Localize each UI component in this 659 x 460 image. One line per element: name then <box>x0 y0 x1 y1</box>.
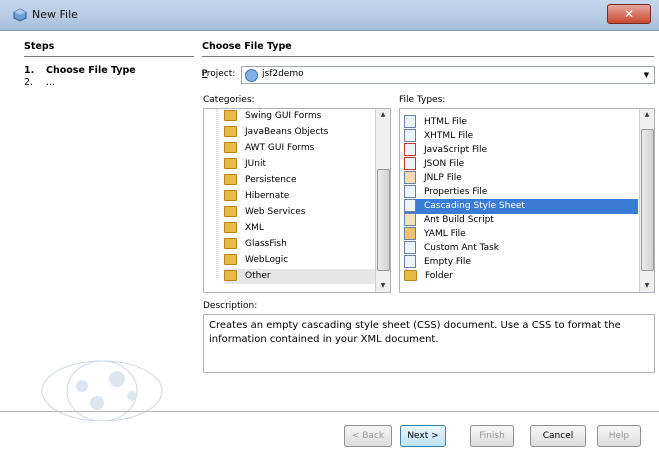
tree-item[interactable]: JavaBeans Objects <box>224 125 329 140</box>
scroll-thumb[interactable] <box>377 169 390 271</box>
finish-button[interactable]: Finish <box>470 425 514 447</box>
list-item[interactable]: JNLP File <box>404 171 462 186</box>
project-value: jsf2demo <box>262 69 304 79</box>
step-label: ... <box>46 77 56 88</box>
page-title: Choose File Type <box>202 41 292 52</box>
list-item[interactable]: Folder <box>404 269 453 284</box>
description-label: Description: <box>203 301 258 311</box>
folder-icon <box>224 254 237 265</box>
folder-icon <box>404 270 417 281</box>
step-number: 2. <box>24 77 34 88</box>
cancel-button[interactable]: Cancel <box>530 425 586 447</box>
folder-icon <box>224 222 237 233</box>
folder-icon <box>224 206 237 217</box>
folder-icon <box>224 110 237 121</box>
step-item: 2.... <box>24 77 55 88</box>
close-button[interactable]: ✕ <box>607 4 651 24</box>
steps-title: Steps <box>24 41 55 52</box>
empty-file-icon <box>404 255 416 268</box>
folder-icon <box>224 158 237 169</box>
project-select[interactable]: jsf2demo ▼ <box>241 66 655 84</box>
ant-task-icon <box>404 241 416 254</box>
jnlp-file-icon <box>404 171 416 184</box>
back-button[interactable]: < Back <box>344 425 392 447</box>
description-text: Creates an empty cascading style sheet (… <box>209 320 621 345</box>
tree-item-selected[interactable]: Other <box>224 269 376 284</box>
folder-icon <box>224 126 237 137</box>
scroll-up-icon[interactable]: ▲ <box>640 109 654 121</box>
list-item-selected[interactable]: Cascading Style Sheet <box>404 199 638 214</box>
css-file-icon <box>404 199 416 212</box>
globe-watermark-icon <box>41 360 163 421</box>
folder-icon <box>224 238 237 249</box>
list-item[interactable]: Custom Ant Task <box>404 241 499 256</box>
scroll-down-icon[interactable]: ▼ <box>376 280 390 292</box>
properties-file-icon <box>404 185 416 198</box>
scroll-thumb[interactable] <box>641 129 654 271</box>
project-label-text: Project: <box>201 69 236 79</box>
file-types-scrollbar[interactable]: ▲ ▼ <box>639 109 654 292</box>
steps-panel: Steps 1. Choose File Type 2.... <box>12 31 194 421</box>
scroll-up-icon[interactable]: ▲ <box>376 109 390 121</box>
list-item[interactable]: Properties File <box>404 185 487 200</box>
folder-icon <box>224 142 237 153</box>
web-project-icon <box>245 69 258 82</box>
list-item[interactable]: XHTML File <box>404 129 473 144</box>
javascript-file-icon <box>404 143 416 156</box>
tree-item[interactable]: WebLogic <box>224 253 288 268</box>
list-item[interactable]: JSON File <box>404 157 464 172</box>
step-number: 1. <box>24 65 35 76</box>
yaml-file-icon <box>404 227 416 240</box>
tree-item[interactable]: Hibernate <box>224 189 289 204</box>
tree-item[interactable]: Swing GUI Forms <box>224 109 321 124</box>
new-file-dialog: Steps 1. Choose File Type 2.... Choose Fi… <box>0 31 659 460</box>
tree-item[interactable]: Web Services <box>224 205 305 220</box>
list-item[interactable]: Ant Build Script <box>404 213 494 228</box>
step-item: 1. Choose File Type <box>24 65 136 76</box>
netbeans-cube-icon <box>13 8 27 22</box>
tree-item[interactable]: AWT GUI Forms <box>224 141 314 156</box>
json-file-icon <box>404 157 416 170</box>
window-title: New File <box>32 8 78 21</box>
file-types-label: File Types: <box>399 95 446 105</box>
scroll-down-icon[interactable]: ▼ <box>640 280 654 292</box>
help-button[interactable]: Help <box>597 425 641 447</box>
tree-item[interactable]: XML <box>224 221 264 236</box>
xhtml-file-icon <box>404 129 416 142</box>
list-item[interactable]: Empty File <box>404 255 471 270</box>
folder-icon <box>224 174 237 185</box>
next-button[interactable]: Next > <box>400 425 446 447</box>
project-label: PProject: <box>201 69 236 79</box>
list-item[interactable]: JavaScript File <box>404 143 487 158</box>
title-divider <box>202 56 654 57</box>
steps-divider <box>24 56 194 57</box>
tree-item[interactable]: GlassFish <box>224 237 287 252</box>
tree-item[interactable]: JUnit <box>224 157 266 172</box>
description-box: Creates an empty cascading style sheet (… <box>203 314 655 373</box>
categories-tree[interactable]: Swing GUI Forms JavaBeans Objects AWT GU… <box>203 108 391 293</box>
button-bar-divider <box>0 411 659 412</box>
file-types-list[interactable]: HTML File XHTML File JavaScript File JSO… <box>399 108 655 293</box>
categories-label: Categories: <box>203 95 255 105</box>
list-item[interactable]: HTML File <box>404 115 467 130</box>
folder-icon <box>224 270 237 281</box>
title-bar[interactable]: New File ✕ <box>0 0 659 31</box>
chevron-down-icon[interactable]: ▼ <box>639 67 654 83</box>
tree-item[interactable]: Persistence <box>224 173 296 188</box>
ant-script-icon <box>404 213 416 226</box>
categories-scrollbar[interactable]: ▲ ▼ <box>375 109 390 292</box>
list-item[interactable]: YAML File <box>404 227 466 242</box>
html-file-icon <box>404 115 416 128</box>
step-label: Choose File Type <box>46 65 136 76</box>
folder-icon <box>224 190 237 201</box>
